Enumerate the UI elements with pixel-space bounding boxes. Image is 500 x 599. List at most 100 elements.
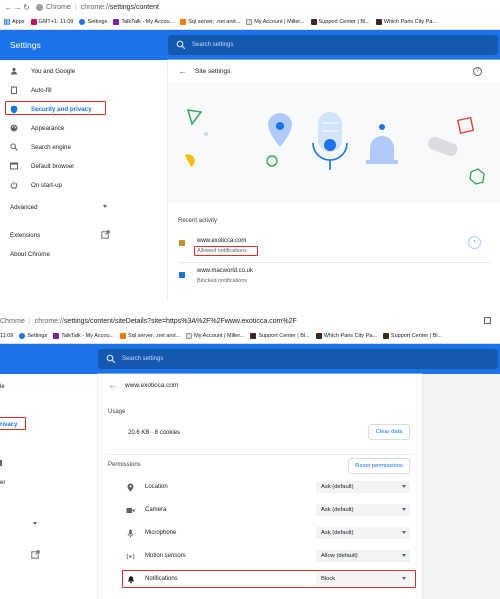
sidebar-item-label[interactable]: le xyxy=(0,384,5,390)
notifications-highlight-box xyxy=(122,570,416,588)
bookmark-item[interactable]: Support Center | Bl... xyxy=(382,332,443,339)
search-placeholder: Search settings xyxy=(192,42,234,48)
settings-header: Settings Search settings xyxy=(0,30,500,60)
bookmark-item[interactable]: Which Paris City Pa... xyxy=(315,332,377,339)
dropdown-caret-icon xyxy=(402,531,406,534)
bookmark-item[interactable]: Sql server, .net and... xyxy=(120,332,181,339)
reload-icon[interactable]: ↻ xyxy=(22,3,31,12)
sidebar-item-on-start-up[interactable]: On start-up xyxy=(0,178,168,192)
sidebar-item-search-engine[interactable]: Search engine xyxy=(0,140,168,154)
chrome-label: Chrome xyxy=(0,317,25,325)
sidebar-item-label: Appearance xyxy=(31,124,65,132)
dropdown-caret-icon xyxy=(402,485,406,488)
sidebar-item-label: You and Google xyxy=(31,67,76,75)
clear-data-button[interactable]: Clear data xyxy=(368,424,410,440)
address-bar[interactable]: Chrome | chrome://settings/content/siteD… xyxy=(0,314,500,328)
site-details-screenshot: Chrome | chrome://settings/content/siteD… xyxy=(0,314,500,599)
site-info-icon[interactable] xyxy=(36,3,43,11)
bookmark-item[interactable]: Which Paris City Pa... xyxy=(375,18,437,25)
settings-title: Settings xyxy=(10,40,41,50)
bookmark-item[interactable]: TalkTalk - My Accou... xyxy=(53,332,115,339)
bookmark-item[interactable]: Settings xyxy=(19,332,47,339)
bookmark-label: Sql server, .net and... xyxy=(128,332,181,339)
usage-value: 20.6 KB · 8 cookies xyxy=(128,430,181,436)
sidebar-item-stub[interactable] xyxy=(0,460,2,466)
bookmark-label: TalkTalk - My Accou... xyxy=(121,18,175,25)
search-placeholder: Search settings xyxy=(122,356,164,362)
bookmark-label: TalkTalk - My Accou... xyxy=(61,332,115,339)
chevron-right-icon[interactable]: › xyxy=(468,236,481,249)
bookmark-item[interactable]: My Account | Miller... xyxy=(246,18,305,25)
bookmark-label: GMT+1: 11:09 xyxy=(38,18,74,25)
share-icon[interactable] xyxy=(484,317,491,324)
sidebar-item-appearance[interactable]: Appearance xyxy=(0,121,168,135)
bookmark-item[interactable]: TalkTalk - My Accou... xyxy=(113,18,175,25)
sidebar-item-about-chrome[interactable]: About Chrome xyxy=(0,247,168,261)
security-highlight-box xyxy=(5,101,106,115)
chrome-label: Chrome xyxy=(46,3,71,11)
bookmark-label: Support Center | Bl... xyxy=(318,18,370,25)
sidebar-item-label[interactable]: er xyxy=(0,480,5,486)
palette-icon xyxy=(9,123,19,133)
advanced-label: Advanced xyxy=(10,203,38,211)
bookmark-favicon xyxy=(250,332,257,339)
url-separator: | xyxy=(74,3,77,11)
open-in-new-icon[interactable] xyxy=(31,546,40,564)
permissions-section-label: Permissions xyxy=(108,462,141,468)
url-text: chrome://settings/content xyxy=(81,4,159,11)
bookmark-favicon xyxy=(30,18,37,25)
forward-nav-icon[interactable]: → xyxy=(13,3,22,12)
chevron-down-icon xyxy=(103,205,107,208)
address-bar[interactable]: ← → ↻ Chrome | chrome://settings/content xyxy=(0,0,500,14)
bookmark-favicon xyxy=(113,18,120,25)
site-settings-screenshot: ← → ↻ Chrome | chrome://settings/content… xyxy=(0,0,500,300)
url-separator: | xyxy=(28,317,31,325)
chevron-down-icon[interactable] xyxy=(33,522,37,525)
back-arrow-icon[interactable]: ← xyxy=(178,66,187,76)
security-highlight-box xyxy=(0,417,26,430)
search-icon xyxy=(106,354,116,364)
power-icon xyxy=(9,180,19,190)
search-settings-box[interactable]: Search settings xyxy=(98,349,498,369)
bookmark-item[interactable]: Support Center | Bl... xyxy=(250,332,310,339)
permission-select[interactable]: Ask (default) xyxy=(316,527,410,539)
bookmark-item[interactable]: Settings xyxy=(79,18,107,25)
page-title: Site settings xyxy=(195,68,231,75)
bookmark-label: Support Center | Bl... xyxy=(390,332,443,339)
permission-select[interactable]: Ask (default) xyxy=(316,504,410,516)
bookmark-item[interactable]: Sql server, .net and... xyxy=(180,18,240,25)
sidebar-advanced-toggle[interactable]: Advanced xyxy=(0,200,168,214)
settings-sidebar: le rivacy er xyxy=(0,374,98,599)
about-label: About Chrome xyxy=(10,250,50,258)
motion-sensor-icon xyxy=(126,552,135,561)
dropdown-caret-icon xyxy=(402,554,406,557)
site-settings-illustration xyxy=(168,83,500,203)
search-settings-box[interactable]: Search settings xyxy=(168,35,498,55)
page-title: www.exoticca.com xyxy=(125,382,179,389)
bookmark-item[interactable]: My Account | Miller... xyxy=(186,332,244,339)
recent-activity-row[interactable]: www.macworld.co.uk Blocked notifications xyxy=(168,264,500,290)
permission-value: Ask (default) xyxy=(321,484,354,490)
bookmark-favicon xyxy=(382,332,389,339)
bookmark-favicon xyxy=(120,332,127,339)
help-icon[interactable]: ? xyxy=(473,67,482,76)
bookmark-item[interactable]: Support Center | Bl... xyxy=(310,18,370,25)
back-nav-icon[interactable]: ← xyxy=(4,3,13,12)
back-arrow-icon[interactable]: ← xyxy=(108,380,117,390)
sidebar-item-extensions[interactable]: Extensions xyxy=(0,228,168,242)
permission-row-motion-sensors: Motion sensors Allow (default) xyxy=(120,547,415,565)
permission-value: Ask (default) xyxy=(321,507,354,513)
bookmark-item[interactable]: Apps xyxy=(12,19,25,25)
sidebar-item-autofill[interactable]: Auto-fill xyxy=(0,83,168,97)
permission-select[interactable]: Ask (default) xyxy=(316,481,410,493)
reset-permissions-button[interactable]: Reset permissions xyxy=(348,458,410,474)
apps-grid-icon[interactable] xyxy=(4,18,10,25)
bookmark-item[interactable]: GMT+1: 11:09 xyxy=(30,18,74,25)
sidebar-item-default-browser[interactable]: Default browser xyxy=(0,159,168,173)
sidebar-item-you-and-google[interactable]: You and Google xyxy=(0,64,168,78)
permission-select[interactable]: Allow (default) xyxy=(316,550,410,562)
bookmark-item[interactable]: 11:09 xyxy=(0,333,13,339)
permission-row-microphone: Microphone Ask (default) xyxy=(120,524,415,542)
settings-header: Search settings xyxy=(0,344,500,374)
dropdown-caret-icon xyxy=(402,508,406,511)
